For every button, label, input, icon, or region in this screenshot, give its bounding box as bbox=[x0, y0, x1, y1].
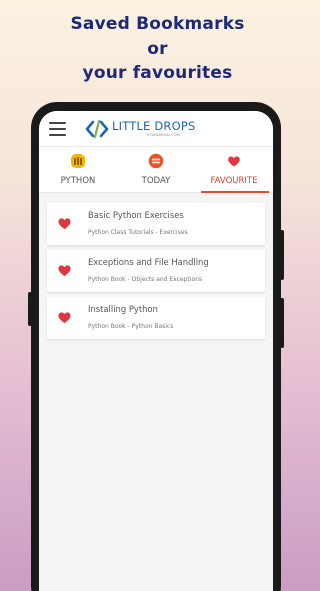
tab-bar: PYTHON TODAY FAVOURITE bbox=[39, 147, 273, 193]
bookmark-card[interactable]: Installing Python Python Book - Python B… bbox=[47, 297, 265, 339]
bookmark-subtitle: Python Class Tutorials - Exercises bbox=[88, 229, 188, 236]
python-icon bbox=[71, 154, 85, 168]
tab-today-label: TODAY bbox=[141, 176, 171, 186]
tab-favourite[interactable]: FAVOURITE bbox=[195, 147, 273, 193]
today-icon bbox=[148, 153, 164, 169]
bookmark-card[interactable]: Basic Python Exercises Python Class Tuto… bbox=[47, 203, 265, 245]
phone-power-button bbox=[280, 230, 284, 280]
logo-subtext: THYAGARAAJ.COM bbox=[146, 133, 180, 137]
hamburger-menu-icon[interactable] bbox=[49, 122, 66, 136]
bookmark-card[interactable]: Exceptions and File Handling Python Book… bbox=[47, 250, 265, 292]
promo-line-2: or bbox=[147, 38, 168, 59]
active-tab-indicator bbox=[201, 191, 269, 193]
code-brackets-icon bbox=[85, 119, 109, 139]
phone-frame: LITTLE DROPS THYAGARAAJ.COM PYTHON TODAY… bbox=[28, 102, 284, 591]
app-screen: LITTLE DROPS THYAGARAAJ.COM PYTHON TODAY… bbox=[39, 111, 273, 591]
app-bar: LITTLE DROPS THYAGARAAJ.COM bbox=[39, 111, 273, 147]
phone-volume-button bbox=[280, 298, 284, 348]
tab-favourite-label: FAVOURITE bbox=[210, 176, 258, 186]
promo-line-1: Saved Bookmarks bbox=[70, 14, 245, 34]
tab-today[interactable]: TODAY bbox=[117, 147, 195, 192]
promo-caption: Saved Bookmarks or your favourites bbox=[0, 12, 315, 86]
bookmark-subtitle: Python Book - Python Basics bbox=[88, 323, 174, 330]
tab-python[interactable]: PYTHON bbox=[39, 147, 117, 192]
bookmark-list: Basic Python Exercises Python Class Tuto… bbox=[39, 193, 273, 339]
promo-line-3: your favourites bbox=[82, 63, 233, 83]
logo-text: LITTLE DROPS bbox=[112, 119, 196, 133]
bookmark-title: Installing Python bbox=[88, 304, 158, 314]
heart-icon[interactable] bbox=[57, 216, 72, 230]
heart-icon[interactable] bbox=[57, 263, 72, 277]
heart-icon bbox=[228, 156, 240, 167]
heart-icon[interactable] bbox=[57, 310, 72, 324]
tab-python-label: PYTHON bbox=[60, 176, 96, 186]
bookmark-subtitle: Python Book - Objects and Exceptions bbox=[88, 276, 203, 283]
phone-side-button bbox=[28, 292, 32, 326]
bookmark-title: Basic Python Exercises bbox=[88, 210, 184, 220]
bookmark-title: Exceptions and File Handling bbox=[88, 257, 209, 267]
